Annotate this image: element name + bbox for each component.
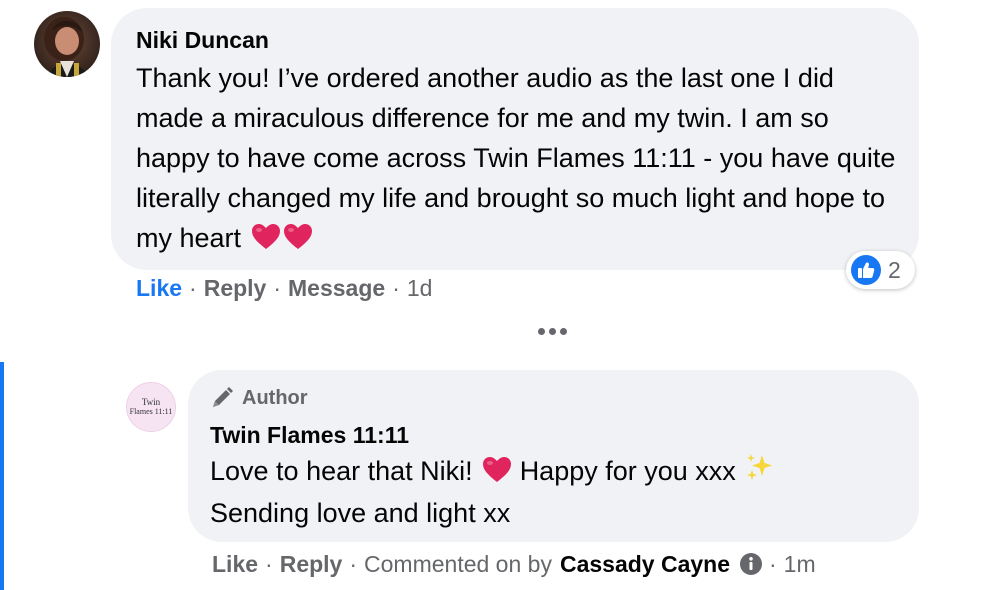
- reply-bubble: Author Twin Flames 11:11 Love to hear th…: [188, 370, 919, 542]
- pen-icon: [210, 386, 234, 410]
- reply-text-part: Love to hear that Niki!: [210, 456, 473, 486]
- comment-bubble: Niki Duncan Thank you! I’ve ordered anot…: [111, 8, 919, 270]
- commented-on-by-label: Commented on by: [364, 551, 552, 577]
- red-heart-icon: [482, 456, 512, 483]
- commenter-name[interactable]: Cassady Cayne: [560, 549, 730, 579]
- like-button[interactable]: Like: [136, 273, 182, 303]
- separator-dot: ·: [273, 275, 282, 301]
- reply-timestamp[interactable]: 1m: [784, 549, 816, 579]
- thumbs-up-icon: [851, 255, 881, 285]
- info-icon[interactable]: [740, 553, 762, 575]
- reply-button[interactable]: Reply: [280, 549, 343, 579]
- reply-author-name[interactable]: Twin Flames 11:11: [210, 420, 919, 450]
- dot: [549, 328, 556, 335]
- author-badge: Author: [210, 384, 919, 412]
- more-options-icon[interactable]: [538, 328, 567, 335]
- dot: [560, 328, 567, 335]
- author-badge-label: Author: [242, 386, 308, 409]
- red-heart-icon: [251, 223, 281, 250]
- reply-text-line2: Sending love and light xx: [210, 498, 511, 528]
- reply-text: Love to hear that Niki! Happy for you xx…: [210, 451, 900, 533]
- reply-button[interactable]: Reply: [204, 273, 267, 303]
- avatar[interactable]: [34, 11, 100, 77]
- like-button[interactable]: Like: [212, 549, 258, 579]
- separator-dot: ·: [189, 275, 197, 301]
- reaction-count: 2: [888, 256, 901, 283]
- separator-dot: ·: [769, 551, 777, 577]
- red-heart-icon: [283, 223, 313, 250]
- comment-thread: Niki Duncan Thank you! I’ve ordered anot…: [0, 0, 1002, 590]
- reaction-summary[interactable]: 2: [846, 251, 915, 289]
- message-button[interactable]: Message: [288, 273, 385, 303]
- avatar-logo-text: Twin: [141, 397, 161, 407]
- dot: [538, 328, 545, 335]
- comment-text: Thank you! I’ve ordered another audio as…: [136, 58, 906, 258]
- reply-text-part: Happy for you xxx: [519, 456, 736, 486]
- reply-actions: Like · Reply · Commented on by Cassady C…: [212, 549, 816, 579]
- comment-actions: Like · Reply · Message · 1d: [136, 273, 432, 303]
- separator-dot: ·: [349, 551, 358, 577]
- avatar-logo-text: Flames 11:11: [129, 407, 173, 416]
- page-avatar[interactable]: Twin Flames 11:11: [126, 382, 176, 432]
- separator-dot: ·: [265, 551, 273, 577]
- reply-thread-line: [0, 362, 4, 590]
- comment-author-name[interactable]: Niki Duncan: [136, 25, 919, 55]
- sparkles-icon: [745, 452, 775, 493]
- separator-dot: ·: [392, 275, 400, 301]
- comment-timestamp[interactable]: 1d: [407, 273, 433, 303]
